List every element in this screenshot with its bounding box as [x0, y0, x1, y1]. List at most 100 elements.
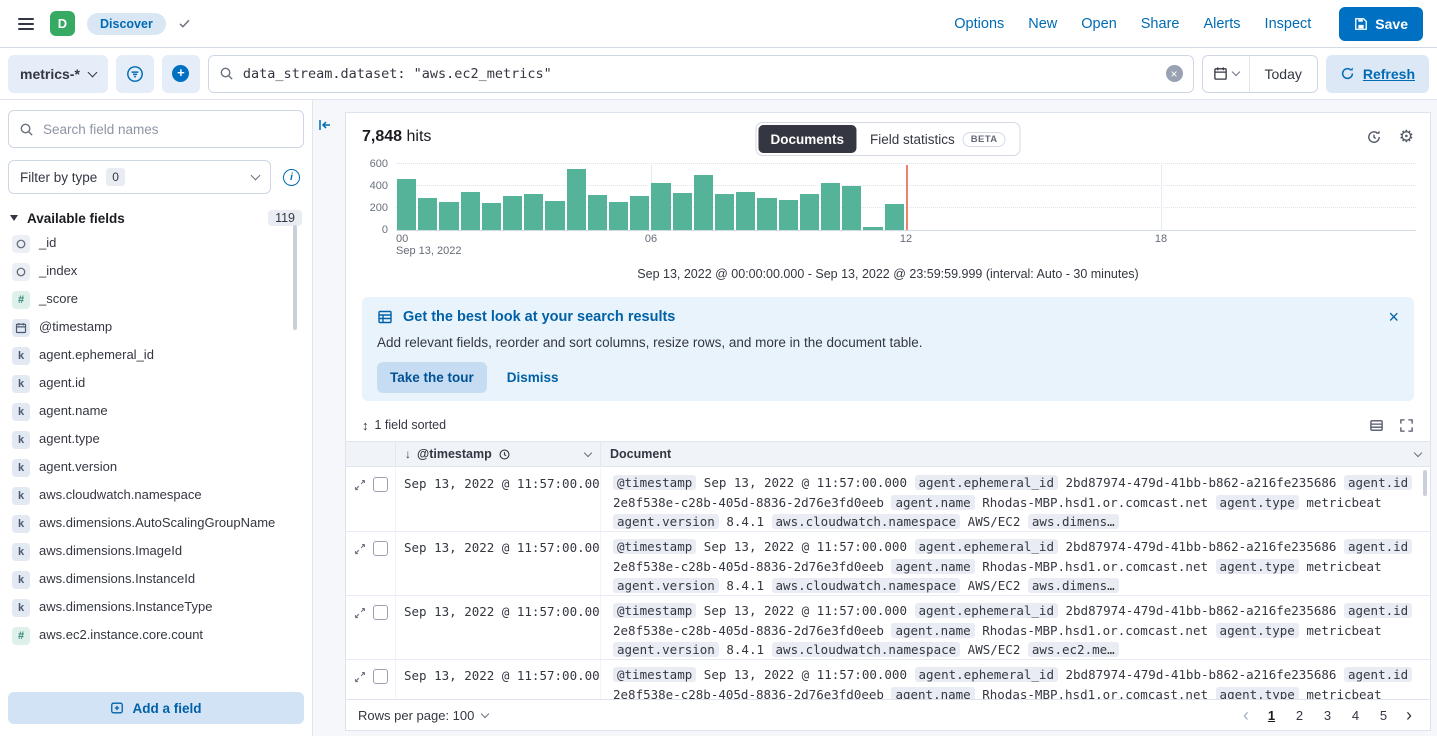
field-item[interactable]: kaws.dimensions.InstanceType [8, 594, 304, 622]
nav-link-inspect[interactable]: Inspect [1265, 16, 1312, 32]
next-page-icon[interactable]: › [1400, 706, 1418, 724]
field-item[interactable]: kagent.name [8, 398, 304, 426]
display-options-icon[interactable] [1369, 418, 1384, 433]
document-column-header[interactable]: Document [601, 442, 1430, 466]
field-name: aws.dimensions.ImageId [39, 543, 182, 560]
filter-count-badge: 0 [106, 168, 125, 186]
refresh-button[interactable]: Refresh [1326, 55, 1429, 93]
saved-query-menu-button[interactable] [116, 55, 154, 93]
histogram-bar [609, 202, 628, 230]
date-picker-menu[interactable] [1203, 56, 1250, 92]
callout-title: Get the best look at your search results [403, 309, 675, 325]
filter-by-type-select[interactable]: Filter by type 0 [8, 160, 271, 194]
grid-toolbar: ↕ 1 field sorted [362, 412, 1414, 438]
keyword-field-icon: k [12, 375, 30, 393]
field-item[interactable]: kagent.version [8, 454, 304, 482]
collapse-sidebar-icon[interactable] [317, 117, 333, 133]
query-input[interactable]: data_stream.dataset: "aws.ec2_metrics" × [208, 55, 1194, 93]
breadcrumb[interactable]: Discover [87, 13, 166, 35]
available-fields-header[interactable]: Available fields 119 [10, 210, 302, 226]
timestamp-column-header[interactable]: ↓ @timestamp [396, 442, 601, 466]
grid-scrollbar-thumb[interactable] [1423, 470, 1427, 496]
dismiss-button[interactable]: Dismiss [507, 370, 559, 385]
page-button-2[interactable]: 2 [1288, 704, 1311, 727]
calendar-icon [1213, 66, 1228, 81]
expand-row-icon[interactable] [354, 479, 366, 491]
page-button-1[interactable]: 1 [1260, 704, 1283, 727]
field-item[interactable]: kaws.cloudwatch.namespace [8, 482, 304, 510]
space-avatar[interactable]: D [50, 11, 75, 36]
save-button[interactable]: Save [1339, 7, 1423, 41]
page-button-4[interactable]: 4 [1344, 704, 1367, 727]
clear-query-icon[interactable]: × [1166, 65, 1183, 82]
nav-link-new[interactable]: New [1028, 16, 1057, 32]
field-chip: agent.id [1344, 667, 1412, 682]
close-icon[interactable]: × [1388, 308, 1399, 326]
field-chip: agent.type [1216, 559, 1299, 574]
previous-page-icon[interactable]: ‹ [1237, 706, 1255, 724]
chart-plot[interactable] [396, 165, 1416, 231]
add-filter-button[interactable]: + [162, 55, 200, 93]
field-item[interactable]: _id [8, 230, 304, 258]
column-menu-icon[interactable] [1414, 448, 1422, 456]
field-chip: aws.cloudwatch.namespace [772, 578, 961, 593]
add-field-button[interactable]: Add a field [8, 692, 304, 724]
take-tour-button[interactable]: Take the tour [377, 362, 487, 393]
document-cell: @timestamp Sep 13, 2022 @ 11:57:00.000 a… [601, 660, 1430, 701]
field-item[interactable]: #aws.ec2.instance.core.count [8, 622, 304, 650]
nav-link-options[interactable]: Options [954, 16, 1004, 32]
nav-link-open[interactable]: Open [1081, 16, 1116, 32]
field-chip: agent.name [891, 495, 974, 510]
row-checkbox[interactable] [373, 605, 388, 620]
current-time-marker [906, 165, 908, 230]
search-icon [19, 122, 34, 137]
number-field-icon: # [12, 291, 30, 309]
field-item[interactable]: kagent.ephemeral_id [8, 342, 304, 370]
gear-icon[interactable]: ⚙ [1399, 128, 1414, 145]
histogram-bars[interactable] [396, 165, 906, 230]
expand-row-icon[interactable] [354, 543, 366, 555]
column-menu-icon[interactable] [584, 448, 592, 456]
keyword-field-icon: k [12, 599, 30, 617]
field-item[interactable]: kaws.dimensions.InstanceId [8, 566, 304, 594]
field-item[interactable]: kaws.dimensions.ImageId [8, 538, 304, 566]
field-item[interactable]: kagent.id [8, 370, 304, 398]
menu-icon[interactable] [14, 14, 38, 34]
field-item[interactable]: #_score [8, 286, 304, 314]
expand-row-icon[interactable] [354, 671, 366, 683]
row-checkbox[interactable] [373, 541, 388, 556]
search-icon [219, 66, 234, 81]
chart-caption: Sep 13, 2022 @ 00:00:00.000 - Sep 13, 20… [346, 267, 1430, 281]
page-button-5[interactable]: 5 [1372, 704, 1395, 727]
field-chip: agent.id [1344, 603, 1412, 618]
histogram-bar [461, 192, 480, 230]
sorted-fields-button[interactable]: ↕ 1 field sorted [362, 418, 446, 433]
nav-link-share[interactable]: Share [1141, 16, 1180, 32]
tab-field-statistics[interactable]: Field statistics BETA [858, 125, 1018, 153]
field-item[interactable]: _index [8, 258, 304, 286]
row-checkbox[interactable] [373, 477, 388, 492]
time-range-button[interactable]: Today [1250, 56, 1317, 92]
field-search-input[interactable]: Search field names [8, 110, 304, 148]
gridline [1161, 165, 1162, 230]
field-chip: aws.dimens… [1028, 578, 1119, 593]
nav-link-alerts[interactable]: Alerts [1203, 16, 1240, 32]
expand-row-icon[interactable] [354, 607, 366, 619]
row-checkbox[interactable] [373, 669, 388, 684]
date-field-icon [12, 319, 30, 337]
field-item[interactable]: kagent.type [8, 426, 304, 454]
data-view-picker[interactable]: metrics-* [8, 55, 108, 93]
view-mode-tabs: Documents Field statistics BETA [755, 122, 1020, 156]
histogram-bar [588, 195, 607, 230]
info-icon[interactable]: i [283, 169, 300, 186]
sidebar-scrollbar-thumb[interactable] [293, 225, 297, 330]
field-chip: agent.version [613, 642, 719, 657]
field-item[interactable]: @timestamp [8, 314, 304, 342]
tab-documents[interactable]: Documents [758, 125, 856, 153]
page-button-3[interactable]: 3 [1316, 704, 1339, 727]
field-item[interactable]: kaws.dimensions.AutoScalingGroupName [8, 510, 304, 538]
rows-per-page-button[interactable]: Rows per page: 100 [358, 708, 488, 723]
fullscreen-icon[interactable] [1399, 418, 1414, 433]
field-chip: agent.ephemeral_id [915, 475, 1058, 490]
chart-options-icon[interactable] [1366, 129, 1382, 145]
